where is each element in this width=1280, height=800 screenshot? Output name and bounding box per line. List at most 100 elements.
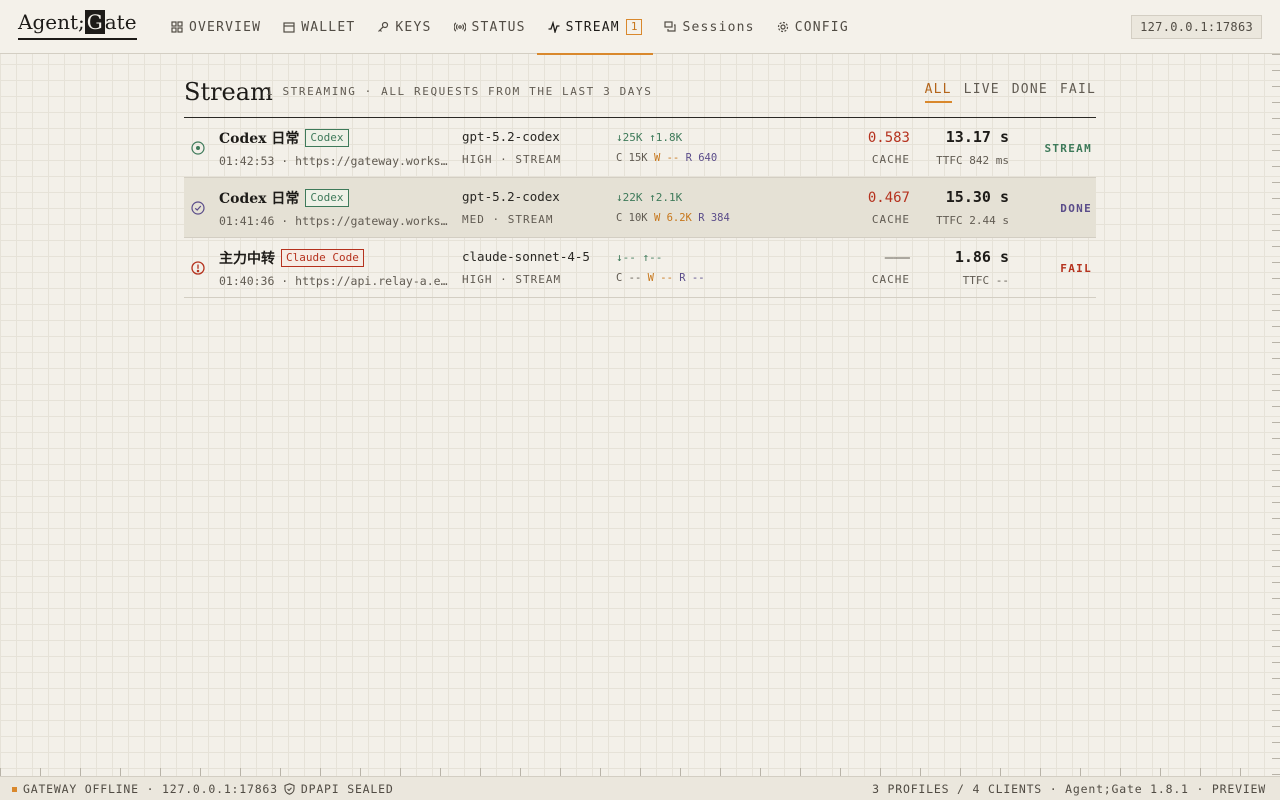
request-cost: 0.467 <box>867 190 910 206</box>
cache-write: W -- <box>647 272 673 284</box>
nav-keys-label: KEYS <box>395 19 432 35</box>
ruler-right <box>1272 54 1280 776</box>
status-bar: GATEWAY OFFLINE · 127.0.0.1:17863 DPAPI … <box>0 776 1280 800</box>
client-tag: Codex <box>305 129 349 147</box>
profile-name: Codex 日常 <box>219 131 300 147</box>
duration: 1.86 s <box>954 248 1009 266</box>
model-name: claude-sonnet-4-5 <box>462 249 590 264</box>
nav-overview[interactable]: OVERVIEW <box>160 0 272 54</box>
wallet-icon <box>283 22 295 33</box>
nav-config-label: CONFIG <box>794 19 849 35</box>
gear-icon <box>777 21 788 33</box>
request-row[interactable]: Codex 日常 Codex 01:42:53 · https://gatewa… <box>184 118 1096 178</box>
grid-icon <box>171 21 183 33</box>
cache-create: C -- <box>616 272 642 284</box>
pulse-icon <box>548 21 560 33</box>
brand-text-g: G <box>84 10 105 34</box>
nav-wallet-label: WALLET <box>301 19 356 35</box>
nav-status-label: STATUS <box>471 19 526 35</box>
status-badge: FAIL <box>1060 262 1092 275</box>
top-bar: Agent; Gate OVERVIEW WALLET KEYS STATUS S… <box>0 0 1280 55</box>
seal-status: DPAPI SEALED <box>300 782 394 796</box>
request-meta: 01:40:36 · https://api.relay-a.example <box>219 274 451 288</box>
stream-count-badge: 1 <box>625 19 643 35</box>
brand-text-b: ate <box>104 10 137 34</box>
cache-stats: C 15K W -- R 640 <box>616 152 717 164</box>
streaming-icon <box>191 141 205 155</box>
gateway-address[interactable]: 127.0.0.1:17863 <box>1131 15 1262 39</box>
nav-status[interactable]: STATUS <box>443 0 537 54</box>
model-name: gpt-5.2-codex <box>462 129 560 144</box>
cache-stats: C -- W -- R -- <box>616 272 705 284</box>
profile-name: Codex 日常 <box>219 191 300 207</box>
profile-name: 主力中转 <box>219 251 275 267</box>
nav-config[interactable]: CONFIG <box>766 0 860 54</box>
stream-panel: Stream 1 STREAMING · ALL REQUESTS FROM T… <box>184 78 1096 298</box>
cache-create: C 15K <box>616 152 648 164</box>
cache-write: W 6.2K <box>653 212 692 224</box>
cache-read: R 640 <box>685 152 718 164</box>
shield-icon <box>284 783 295 795</box>
model-name: gpt-5.2-codex <box>462 189 560 204</box>
signal-icon <box>453 22 466 32</box>
request-cost: 0.583 <box>867 130 910 146</box>
cache-write: W -- <box>653 152 680 164</box>
brand-logo[interactable]: Agent; Gate <box>18 10 137 40</box>
nav-overview-label: OVERVIEW <box>189 19 262 35</box>
cache-read: R 384 <box>698 212 730 224</box>
cache-read: R -- <box>679 272 705 284</box>
request-meta: 01:41:46 · https://gateway.workspace.exa… <box>219 214 451 228</box>
request-row[interactable]: Codex 日常 Codex 01:41:46 · https://gatewa… <box>184 178 1096 238</box>
ruler-bottom <box>0 768 1280 776</box>
client-tag: Claude Code <box>281 249 364 267</box>
nav-sessions[interactable]: Sessions <box>653 0 765 54</box>
gateway-status: GATEWAY OFFLINE · 127.0.0.1:17863 DPAPI … <box>12 782 394 796</box>
cache-create: C 10K <box>616 212 648 224</box>
row-name: Codex 日常 Codex <box>219 188 349 208</box>
duration: 13.17 s <box>945 128 1009 146</box>
cache-label: CACHE <box>871 213 910 226</box>
filter-all[interactable]: ALL <box>924 82 952 103</box>
filter-live[interactable]: LIVE <box>964 82 1000 103</box>
model-effort: MED · STREAM <box>462 213 554 226</box>
gateway-status-text: GATEWAY OFFLINE · 127.0.0.1:17863 <box>23 782 278 796</box>
key-icon <box>378 21 389 32</box>
duration: 15.30 s <box>945 188 1009 206</box>
page-subtitle: 1 STREAMING · ALL REQUESTS FROM THE LAST… <box>266 85 653 98</box>
request-cost: ——— <box>884 250 910 266</box>
token-counts: ↓25K ↑1.8K <box>616 131 683 144</box>
cache-label: CACHE <box>871 273 910 286</box>
nav-wallet[interactable]: WALLET <box>272 0 366 54</box>
ttfc: TTFC -- <box>962 274 1009 287</box>
nav-stream-label: STREAM <box>565 19 620 35</box>
token-counts: ↓-- ↑-- <box>616 251 663 264</box>
model-effort: HIGH · STREAM <box>462 273 562 286</box>
main-nav: OVERVIEW WALLET KEYS STATUS STREAM 1 Ses… <box>160 0 860 55</box>
status-badge: STREAM <box>1044 142 1092 155</box>
nav-stream[interactable]: STREAM 1 <box>536 0 654 55</box>
filter-done[interactable]: DONE <box>1012 82 1048 103</box>
check-circle-icon <box>191 201 205 215</box>
stream-header: Stream 1 STREAMING · ALL REQUESTS FROM T… <box>184 78 1096 118</box>
nav-sessions-label: Sessions <box>682 19 755 35</box>
page-title: Stream <box>184 78 273 106</box>
model-effort: HIGH · STREAM <box>462 153 562 166</box>
ttfc: TTFC 842 ms <box>936 154 1009 167</box>
alert-circle-icon <box>191 261 205 275</box>
request-row[interactable]: 主力中转 Claude Code 01:40:36 · https://api.… <box>184 238 1096 298</box>
request-meta: 01:42:53 · https://gateway.workspace.exa… <box>219 154 451 168</box>
chat-icon <box>664 21 677 32</box>
row-name: Codex 日常 Codex <box>219 128 349 148</box>
status-badge: DONE <box>1060 202 1092 215</box>
token-counts: ↓22K ↑2.1K <box>616 191 683 204</box>
filter-fail[interactable]: FAIL <box>1060 82 1096 103</box>
ttfc: TTFC 2.44 s <box>936 214 1009 227</box>
cache-stats: C 10K W 6.2K R 384 <box>616 212 730 224</box>
cache-label: CACHE <box>871 153 910 166</box>
client-tag: Codex <box>305 189 349 207</box>
filter-tabs: ALL LIVE DONE FAIL <box>924 82 1096 103</box>
nav-keys[interactable]: KEYS <box>366 0 442 54</box>
row-name: 主力中转 Claude Code <box>219 248 364 268</box>
offline-indicator <box>12 786 17 792</box>
brand-text-a: Agent; <box>18 10 85 34</box>
